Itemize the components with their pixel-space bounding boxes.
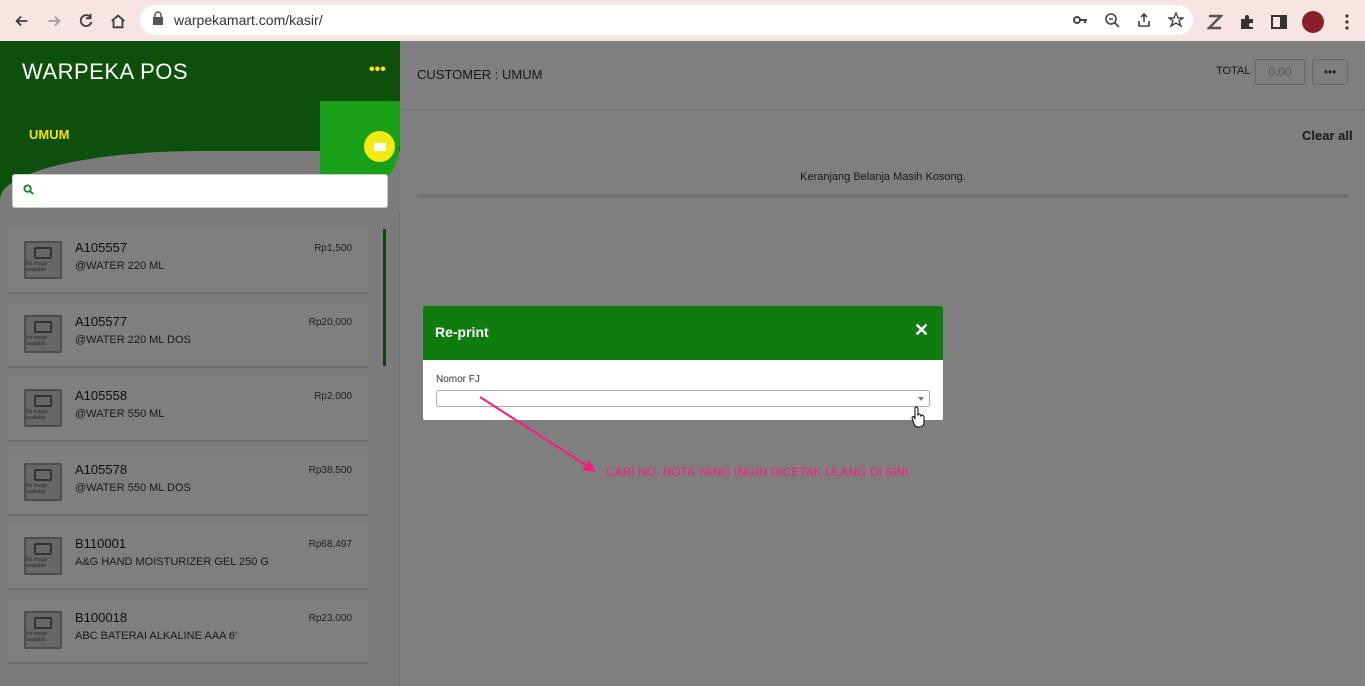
extension-z-icon[interactable]	[1206, 13, 1224, 31]
url-text: warpekamart.com/kasir/	[174, 12, 323, 28]
profile-avatar[interactable]	[1302, 11, 1324, 33]
browser-toolbar: warpekamart.com/kasir/	[0, 0, 1365, 41]
nomor-fj-label: Nomor FJ	[436, 374, 480, 385]
chevron-down-icon	[918, 397, 924, 401]
product-search-input[interactable]	[12, 174, 388, 208]
extensions-puzzle-icon[interactable]	[1238, 13, 1256, 31]
app-title: WARPEKA POS	[22, 59, 189, 84]
sidebar-menu-button[interactable]: •••	[369, 61, 386, 79]
zoom-icon[interactable]	[1103, 11, 1121, 29]
reload-icon[interactable]	[70, 5, 102, 37]
dialog-header: Re-print ✕	[423, 306, 943, 360]
lock-icon	[152, 10, 164, 30]
card-icon	[373, 142, 386, 151]
home-icon[interactable]	[102, 5, 134, 37]
search-icon	[23, 184, 34, 198]
share-icon[interactable]	[1135, 11, 1153, 29]
annotation-arrow	[479, 396, 596, 472]
customer-label: UMUM	[29, 127, 70, 142]
customer-select-button[interactable]	[364, 131, 395, 162]
close-icon[interactable]: ✕	[914, 320, 929, 341]
address-bar[interactable]: warpekamart.com/kasir/	[140, 5, 1193, 35]
dialog-title: Re-print	[435, 324, 489, 340]
annotation-text: CARI NO. NOTA YANG INGIN DICETAK ULANG D…	[606, 465, 909, 479]
key-icon[interactable]	[1071, 11, 1089, 29]
sidebar-toggle-icon[interactable]	[1270, 13, 1288, 31]
forward-icon[interactable]	[38, 5, 70, 37]
back-icon[interactable]	[6, 5, 38, 37]
browser-menu-icon[interactable]	[1338, 13, 1356, 31]
bookmark-star-icon[interactable]	[1167, 11, 1185, 29]
hand-cursor-icon	[911, 406, 925, 428]
